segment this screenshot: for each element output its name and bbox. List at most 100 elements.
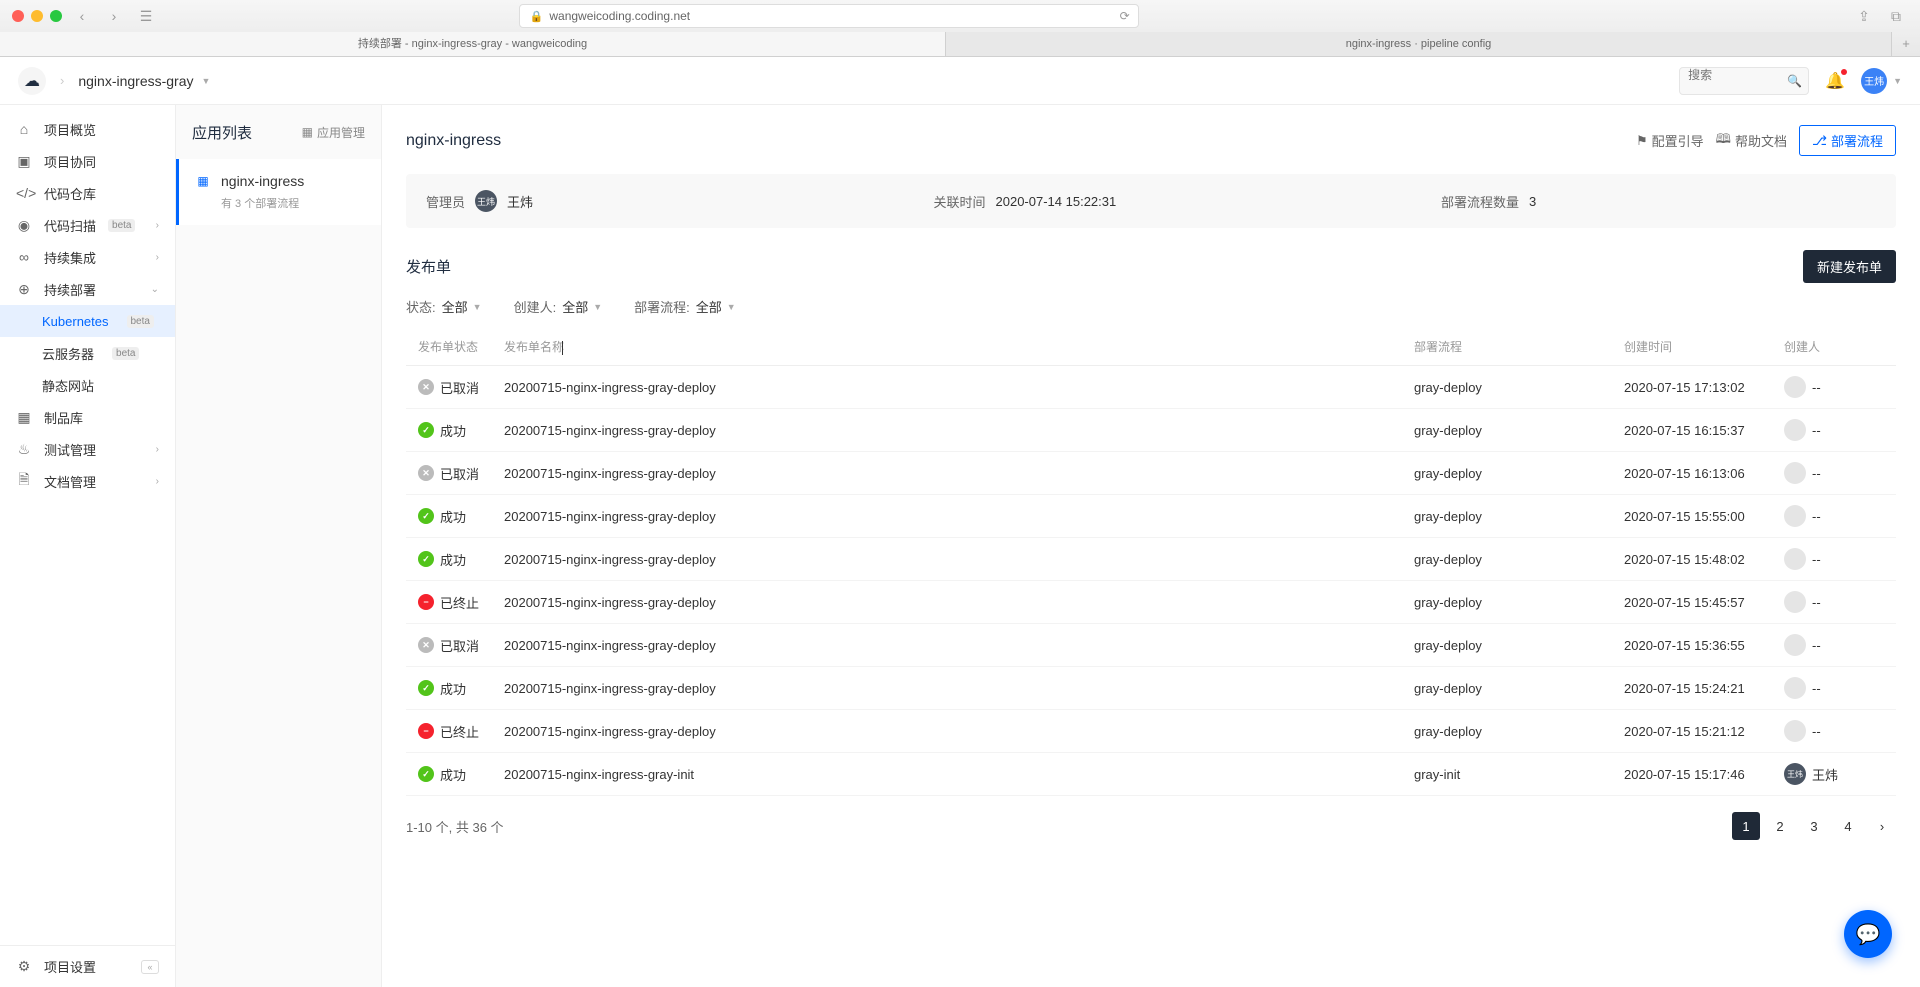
browser-tab-1[interactable]: 持续部署 - nginx-ingress-gray - wangweicodin… bbox=[0, 32, 946, 56]
table-row[interactable]: ✓成功20200715-nginx-ingress-gray-deploygra… bbox=[406, 409, 1896, 452]
app-subtitle: 有 3 个部署流程 bbox=[195, 195, 365, 211]
sidebar-item-code[interactable]: </>代码仓库 bbox=[0, 177, 175, 209]
table-row[interactable]: −已终止20200715-nginx-ingress-gray-deploygr… bbox=[406, 710, 1896, 753]
creator-name: -- bbox=[1812, 380, 1821, 395]
app-manage-link[interactable]: ▦应用管理 bbox=[302, 124, 365, 141]
page-button-1[interactable]: 1 bbox=[1732, 812, 1760, 840]
app-manage-label: 应用管理 bbox=[317, 124, 365, 141]
project-name-text: nginx-ingress-gray bbox=[78, 73, 193, 89]
nav-label: 项目概览 bbox=[44, 120, 96, 139]
creator-avatar bbox=[1784, 376, 1806, 398]
nav-label: 代码仓库 bbox=[44, 184, 96, 203]
status-text: 成功 bbox=[440, 421, 466, 440]
release-proc: gray-init bbox=[1414, 767, 1624, 782]
link-label: 配置引导 bbox=[1652, 131, 1704, 150]
beta-badge: beta bbox=[127, 315, 154, 328]
home-icon: ⌂ bbox=[16, 121, 32, 137]
search-icon: 🔍 bbox=[1787, 74, 1802, 88]
search-input[interactable]: 🔍 bbox=[1679, 67, 1809, 95]
release-proc: gray-deploy bbox=[1414, 380, 1624, 395]
status-success-icon: ✓ bbox=[418, 551, 434, 567]
chevron-down-icon: ▼ bbox=[727, 302, 736, 312]
table-row[interactable]: ✓成功20200715-nginx-ingress-gray-deploygra… bbox=[406, 538, 1896, 581]
status-success-icon: ✓ bbox=[418, 422, 434, 438]
nav-label: 项目设置 bbox=[44, 957, 96, 976]
nav-label: 代码扫描 bbox=[44, 216, 96, 235]
filter-flow[interactable]: 部署流程:全部▼ bbox=[634, 297, 736, 316]
sidebar-item-doc[interactable]: 🗎文档管理› bbox=[0, 465, 175, 497]
table-row[interactable]: ✕已取消20200715-nginx-ingress-gray-deploygr… bbox=[406, 366, 1896, 409]
creator-avatar bbox=[1784, 677, 1806, 699]
minimize-window-icon[interactable] bbox=[31, 10, 43, 22]
creator-avatar bbox=[1784, 462, 1806, 484]
sidebar-item-overview[interactable]: ⌂ 项目概览 bbox=[0, 113, 175, 145]
app-card[interactable]: ▦ nginx-ingress 有 3 个部署流程 bbox=[176, 159, 381, 225]
sidebar-item-test[interactable]: ♨测试管理› bbox=[0, 433, 175, 465]
sidebar-item-static[interactable]: 静态网站 bbox=[0, 369, 175, 401]
close-window-icon[interactable] bbox=[12, 10, 24, 22]
sidebar-item-cloud[interactable]: 云服务器beta bbox=[0, 337, 175, 369]
table-row[interactable]: ✕已取消20200715-nginx-ingress-gray-deploygr… bbox=[406, 624, 1896, 667]
table-row[interactable]: ✓成功20200715-nginx-ingress-gray-initgray-… bbox=[406, 753, 1896, 796]
maximize-window-icon[interactable] bbox=[50, 10, 62, 22]
chat-fab[interactable]: 💬 bbox=[1844, 910, 1892, 958]
url-text: wangweicoding.coding.net bbox=[549, 9, 690, 23]
help-doc-button[interactable]: 🕮帮助文档 bbox=[1716, 130, 1787, 152]
release-time: 2020-07-15 15:48:02 bbox=[1624, 552, 1784, 567]
filter-status[interactable]: 状态:全部▼ bbox=[406, 297, 482, 316]
status-text: 已终止 bbox=[440, 722, 479, 741]
sidebar-item-kubernetes[interactable]: Kubernetesbeta bbox=[0, 305, 175, 337]
app-list-panel: 应用列表 ▦应用管理 ▦ nginx-ingress 有 3 个部署流程 bbox=[176, 105, 382, 987]
release-table: 发布单状态 发布单名称 部署流程 创建时间 创建人 ✕已取消20200715-n… bbox=[406, 328, 1896, 796]
sidebar-toggle-icon[interactable]: ☰ bbox=[134, 6, 158, 26]
browser-tab-2[interactable]: nginx-ingress · pipeline config bbox=[946, 32, 1892, 56]
collapse-sidebar-icon[interactable]: « bbox=[141, 960, 159, 974]
page-button-3[interactable]: 3 bbox=[1800, 812, 1828, 840]
page-button-4[interactable]: 4 bbox=[1834, 812, 1862, 840]
project-selector[interactable]: nginx-ingress-gray ▼ bbox=[78, 73, 210, 89]
reload-icon[interactable]: ⟳ bbox=[1120, 9, 1130, 23]
release-time: 2020-07-15 16:15:37 bbox=[1624, 423, 1784, 438]
filter-creator[interactable]: 创建人:全部▼ bbox=[514, 297, 603, 316]
release-proc: gray-deploy bbox=[1414, 423, 1624, 438]
new-tab-button[interactable]: + bbox=[1892, 32, 1920, 56]
new-release-button[interactable]: 新建发布单 bbox=[1803, 250, 1896, 283]
share-icon[interactable]: ⇪ bbox=[1852, 6, 1876, 26]
page-next-button[interactable]: › bbox=[1868, 812, 1896, 840]
table-row[interactable]: ✓成功20200715-nginx-ingress-gray-deploygra… bbox=[406, 667, 1896, 710]
status-success-icon: ✓ bbox=[418, 508, 434, 524]
nav-label: 云服务器 bbox=[42, 344, 94, 363]
infinity-icon: ∞ bbox=[16, 249, 32, 265]
flow-count-label: 部署流程数量 bbox=[1441, 192, 1519, 211]
release-time: 2020-07-15 15:45:57 bbox=[1624, 595, 1784, 610]
chevron-right-icon: › bbox=[156, 220, 159, 231]
nav-label: 静态网站 bbox=[42, 376, 94, 395]
status-text: 成功 bbox=[440, 507, 466, 526]
address-bar[interactable]: 🔒 wangweicoding.coding.net ⟳ bbox=[519, 4, 1139, 28]
notification-bell-icon[interactable]: 🔔 bbox=[1825, 71, 1845, 91]
col-name: 发布单名称 bbox=[504, 338, 1414, 355]
nav-label: 文档管理 bbox=[44, 472, 96, 491]
logo-icon[interactable]: ☁ bbox=[18, 67, 46, 95]
status-text: 已取消 bbox=[440, 378, 479, 397]
user-menu[interactable]: 王炜 ▼ bbox=[1861, 68, 1902, 94]
pagination-info: 1-10 个, 共 36 个 bbox=[406, 817, 504, 836]
sidebar-item-collab[interactable]: ▣项目协同 bbox=[0, 145, 175, 177]
sidebar-item-settings[interactable]: ⚙ 项目设置 « bbox=[0, 945, 175, 987]
page-button-2[interactable]: 2 bbox=[1766, 812, 1794, 840]
sidebar-item-artifact[interactable]: ▦制品库 bbox=[0, 401, 175, 433]
sidebar-item-cd[interactable]: ⊕持续部署⌄ bbox=[0, 273, 175, 305]
info-bar: 管理员 王炜 王炜 关联时间 2020-07-14 15:22:31 部署流程数… bbox=[406, 174, 1896, 228]
table-row[interactable]: ✕已取消20200715-nginx-ingress-gray-deploygr… bbox=[406, 452, 1896, 495]
sidebar-item-scan[interactable]: ◉代码扫描beta› bbox=[0, 209, 175, 241]
chevron-right-icon: › bbox=[156, 476, 159, 487]
tabs-icon[interactable]: ⧉ bbox=[1884, 6, 1908, 26]
sidebar-item-ci[interactable]: ∞持续集成› bbox=[0, 241, 175, 273]
config-guide-button[interactable]: ⚑配置引导 bbox=[1636, 131, 1704, 150]
forward-button[interactable]: › bbox=[102, 6, 126, 26]
deploy-flow-button[interactable]: ⎇部署流程 bbox=[1799, 125, 1896, 156]
table-row[interactable]: ✓成功20200715-nginx-ingress-gray-deploygra… bbox=[406, 495, 1896, 538]
link-label: 帮助文档 bbox=[1735, 131, 1787, 150]
back-button[interactable]: ‹ bbox=[70, 6, 94, 26]
table-row[interactable]: −已终止20200715-nginx-ingress-gray-deploygr… bbox=[406, 581, 1896, 624]
